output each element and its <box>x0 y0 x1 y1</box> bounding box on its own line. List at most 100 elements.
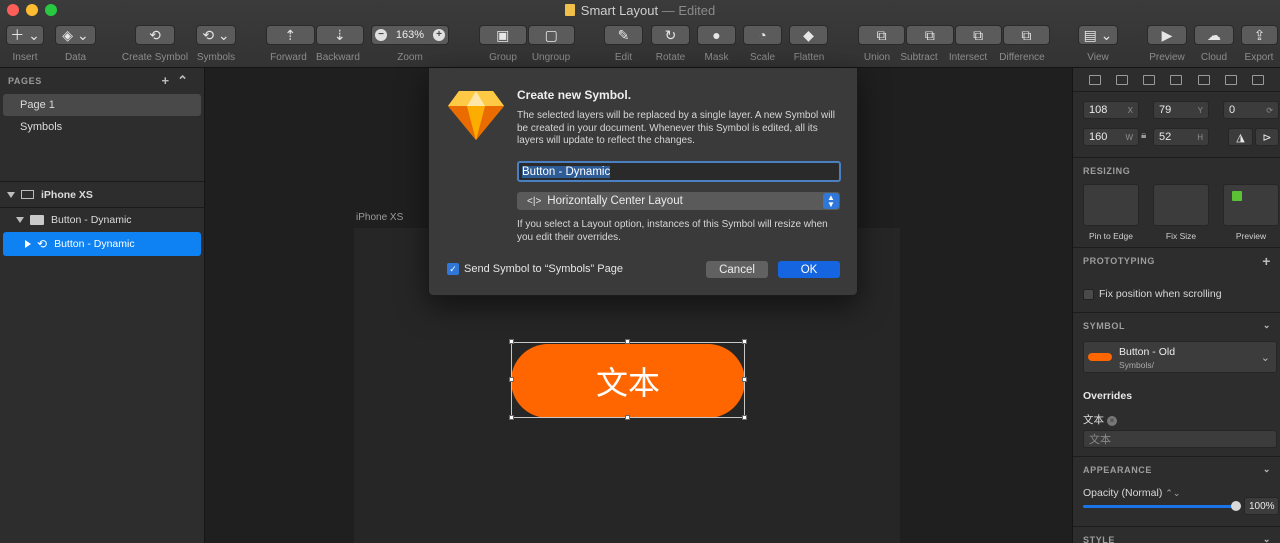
ok-button[interactable]: OK <box>778 261 840 278</box>
pin-to-edge-option[interactable] <box>1083 184 1139 226</box>
union-button[interactable]: ⧉ <box>858 25 906 45</box>
zoom-in-button[interactable]: + <box>432 29 445 41</box>
page-item-symbols[interactable]: Symbols <box>3 116 201 138</box>
align-bottom-icon[interactable] <box>1225 74 1238 85</box>
symbol-layer-selected[interactable]: ⟲ Button - Dynamic <box>3 232 201 256</box>
artboard-label[interactable]: iPhone XS <box>356 212 403 223</box>
collapse-symbol-icon[interactable]: ⌄ <box>1263 320 1271 331</box>
page-item-page-1[interactable]: Page 1 <box>3 94 201 116</box>
symbols-button[interactable]: ⟲ ⌄ <box>196 25 236 45</box>
height-field[interactable]: 52 H <box>1153 128 1209 146</box>
align-middle-icon[interactable] <box>1197 74 1210 85</box>
intersect-button[interactable]: ⧉ <box>954 25 1002 45</box>
preview-label: Preview <box>1149 52 1185 63</box>
alignment-toolbar <box>1073 68 1280 92</box>
create-symbol-button[interactable]: ⟲ <box>135 25 175 45</box>
export-button[interactable]: ⇪ <box>1241 25 1278 45</box>
resize-handle[interactable] <box>742 377 747 382</box>
prototyping-title: PROTOTYPING <box>1083 255 1155 266</box>
flip-horizontal-button[interactable]: ◮ <box>1228 128 1253 146</box>
collapse-appearance-icon[interactable]: ⌄ <box>1263 464 1271 475</box>
resize-handle[interactable] <box>509 377 514 382</box>
override-text-input[interactable]: 文本 <box>1083 430 1277 448</box>
insert-label: Insert <box>12 52 38 63</box>
group-layer[interactable]: Button - Dynamic <box>0 208 204 232</box>
cancel-button[interactable]: Cancel <box>706 261 768 278</box>
difference-button[interactable]: ⧉ <box>1002 25 1050 45</box>
align-right-icon[interactable] <box>1143 74 1156 85</box>
reset-override-icon[interactable]: × <box>1106 416 1117 426</box>
appearance-title: APPEARANCE <box>1083 464 1153 475</box>
opacity-field[interactable]: 100% <box>1244 497 1279 515</box>
scale-label: Scale <box>749 52 775 63</box>
ungroup-button[interactable]: ▢ <box>527 25 575 45</box>
collapse-style-icon[interactable]: ⌄ <box>1263 534 1271 543</box>
fix-size-option[interactable] <box>1153 184 1209 226</box>
layout-select[interactable]: <|> Horizontally Center Layout ▲ ▼ <box>517 192 840 210</box>
lock-icon[interactable]: 🔒︎ <box>1141 130 1146 141</box>
rotation-field[interactable]: 0 ⟳ <box>1223 101 1279 119</box>
backward-label: Backward <box>316 52 360 63</box>
send-to-symbols-checkbox[interactable]: ✓ Send Symbol to “Symbols” Page <box>447 263 623 275</box>
height-value: 52 <box>1159 131 1172 143</box>
fix-position-checkbox[interactable]: Fix position when scrolling <box>1083 288 1222 300</box>
union-icon: ⧉ <box>876 26 887 43</box>
resize-handle[interactable] <box>742 415 747 420</box>
h-unit: H <box>1197 132 1203 142</box>
checkmark-icon: ✓ <box>447 263 459 275</box>
resize-handle[interactable] <box>625 415 630 420</box>
x-field[interactable]: 108 X <box>1083 101 1139 119</box>
width-value: 160 <box>1089 131 1108 143</box>
add-page-icon[interactable]: + <box>162 73 178 88</box>
data-label: Data <box>64 52 87 63</box>
preview-label: Preview <box>1235 231 1267 241</box>
flip-vertical-button[interactable]: ⊳ <box>1255 128 1279 146</box>
insert-button[interactable]: ＋ ⌄ <box>6 25 44 45</box>
slider-knob[interactable] <box>1231 501 1241 511</box>
group-button[interactable]: ▣ <box>479 25 527 45</box>
distribute-icon[interactable] <box>1252 74 1265 85</box>
symbol-name-input[interactable]: Button - Dynamic <box>517 161 841 182</box>
add-prototype-icon[interactable]: + <box>1262 253 1271 269</box>
resize-handle[interactable] <box>509 415 514 420</box>
disclosure-icon <box>16 217 24 223</box>
artboard-icon <box>21 190 34 199</box>
rotate-button[interactable]: ↻ <box>651 25 690 45</box>
edit-button[interactable]: ✎ <box>604 25 643 45</box>
align-left-icon[interactable] <box>1088 74 1101 85</box>
zoom-label: Zoom <box>397 52 423 63</box>
opacity-label-row[interactable]: Opacity (Normal) ⌃⌄ <box>1083 487 1180 499</box>
preview-button[interactable]: ▶ <box>1147 25 1187 45</box>
align-center-icon[interactable] <box>1115 74 1128 85</box>
opacity-slider[interactable] <box>1083 501 1241 511</box>
view-button[interactable]: ▤ ⌄ <box>1078 25 1118 45</box>
y-field[interactable]: 79 Y <box>1153 101 1209 119</box>
group-icon: ▣ <box>496 26 510 43</box>
fix-size-label: Fix Size <box>1165 231 1197 241</box>
layers-icon: ◈ ⌄ <box>62 26 89 43</box>
zoom-out-button[interactable]: − <box>375 29 387 41</box>
backward-button[interactable]: ⇣ <box>315 25 364 45</box>
collapse-icon[interactable]: ⌃ <box>177 73 196 88</box>
rotate-label: Rotate <box>655 52 686 63</box>
forward-button[interactable]: ⇡ <box>266 25 315 45</box>
align-top-icon[interactable] <box>1170 74 1183 85</box>
mask-button[interactable]: ● <box>697 25 736 45</box>
subtract-button[interactable]: ⧉ <box>906 25 954 45</box>
disclosure-icon <box>7 191 15 198</box>
intersect-icon: ⧉ <box>973 26 984 43</box>
resize-handle[interactable] <box>742 339 747 344</box>
boolean-group: ⧉ ⧉ ⧉ ⧉ <box>858 25 1050 45</box>
width-field[interactable]: 160 W <box>1083 128 1139 146</box>
rotate-icon: ↻ <box>664 26 677 43</box>
symbol-picker[interactable]: Button - Old Symbols/ ⌄ <box>1083 341 1277 373</box>
cloud-button[interactable]: ☁ <box>1194 25 1234 45</box>
resize-handle[interactable] <box>625 339 630 344</box>
data-button[interactable]: ◈ ⌄ <box>55 25 96 45</box>
artboard-layer[interactable]: iPhone XS <box>0 182 204 208</box>
pages-actions: +⌃ <box>162 73 197 89</box>
flatten-button[interactable]: ◆ <box>789 25 828 45</box>
scale-button[interactable]: ◔ <box>743 25 782 45</box>
symbol-path: Symbols/ <box>1119 360 1154 370</box>
resize-handle[interactable] <box>509 339 514 344</box>
